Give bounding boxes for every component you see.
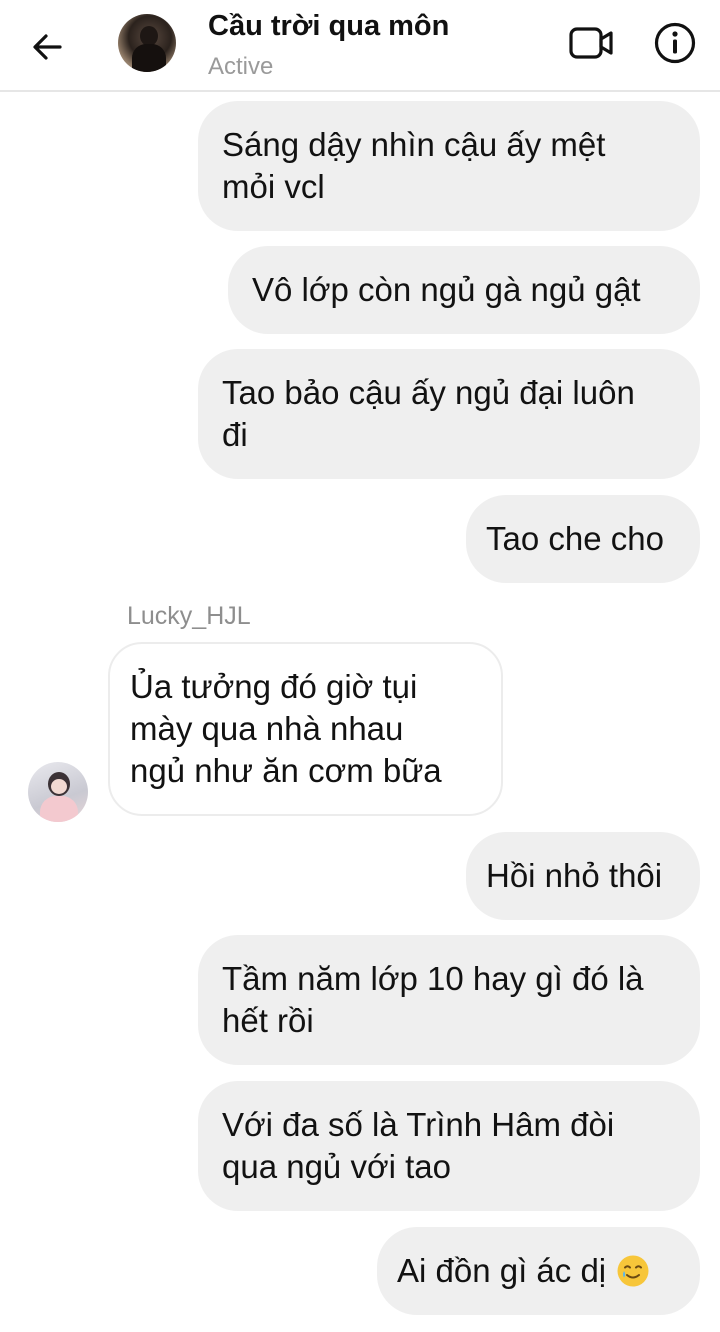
active-status: Active [208, 53, 274, 80]
message-bubble-outgoing[interactable]: Với đa số là Trình Hâm đòi qua ngủ với t… [198, 1081, 700, 1211]
message-bubble-outgoing[interactable]: Sáng dậy nhìn cậu ấy mệt mỏi vcl [198, 101, 700, 231]
message-text: Ai đồn gì ác dị [397, 1252, 607, 1289]
chat-header: Cầu trời qua môn Active [0, 0, 720, 92]
arrow-left-icon [33, 34, 62, 60]
message-bubble-outgoing[interactable]: Tầm năm lớp 10 hay gì đó là hết rồi [198, 935, 700, 1065]
video-call-icon [569, 27, 613, 59]
sender-avatar-face [51, 779, 67, 794]
info-icon [654, 22, 696, 64]
message-bubble-outgoing[interactable]: Tao che cho [466, 495, 700, 583]
message-bubble-outgoing[interactable]: Hồi nhỏ thôi [466, 832, 700, 920]
message-bubble-incoming[interactable]: Ủa tưởng đó giờ tụi mày qua nhà nhau ngủ… [108, 642, 503, 816]
sender-avatar[interactable] [28, 762, 88, 822]
chat-screen: Cầu trời qua môn Active Sáng dậy nhìn cậ… [0, 0, 720, 1332]
conversation-title[interactable]: Cầu trời qua môn [208, 10, 449, 43]
message-bubble-outgoing[interactable]: Tao bảo cậu ấy ngủ đại luôn đi [198, 349, 700, 479]
back-button[interactable] [22, 22, 72, 72]
message-bubble-outgoing[interactable]: Ai đồn gì ác dị [377, 1227, 700, 1315]
info-button[interactable] [650, 18, 700, 68]
avatar-body [132, 44, 166, 72]
avatar-head [140, 26, 158, 46]
avatar[interactable] [118, 14, 176, 72]
smiling-face-with-tear-icon [617, 1255, 649, 1287]
message-bubble-outgoing[interactable]: Vô lớp còn ngủ gà ngủ gật [228, 246, 700, 334]
sender-avatar-body [40, 796, 78, 822]
video-call-button[interactable] [566, 20, 618, 66]
sender-name: Lucky_HJL [127, 602, 251, 630]
